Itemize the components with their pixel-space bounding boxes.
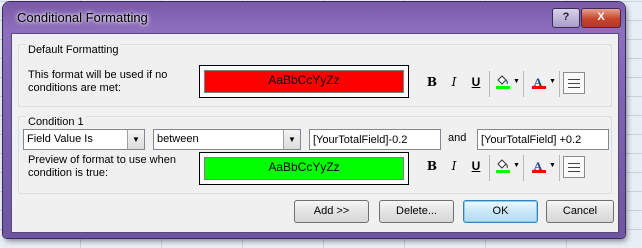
condition-value2-input[interactable] bbox=[477, 129, 609, 150]
condition-format-toolbar: B I U ▼ A ▼ bbox=[423, 155, 603, 181]
operator-select-text: between bbox=[157, 133, 199, 145]
title-bar[interactable]: Conditional Formatting ? X bbox=[3, 2, 625, 32]
ok-button[interactable]: OK bbox=[463, 200, 538, 223]
default-formatting-title: Default Formatting bbox=[26, 44, 121, 56]
field-value-select[interactable]: Field Value Is ▼ bbox=[23, 129, 145, 150]
font-color-button[interactable]: A bbox=[529, 73, 547, 91]
default-preview-text: AaBbCcYyZz bbox=[268, 73, 340, 87]
dialog-body: Default Formatting This format will be u… bbox=[11, 33, 619, 233]
condition-preview-label: Preview of format to use when condition … bbox=[28, 154, 176, 179]
chevron-down-icon[interactable]: ▼ bbox=[283, 130, 300, 149]
condition-preview-text: AaBbCcYyZz bbox=[268, 160, 340, 174]
default-formatting-description: This format will be used if no condition… bbox=[28, 69, 168, 94]
conditional-formatting-dialog: Conditional Formatting ? X Default Forma… bbox=[3, 2, 625, 238]
toolbar-separator bbox=[489, 155, 490, 181]
field-value-select-text: Field Value Is bbox=[27, 133, 93, 145]
cancel-button[interactable]: Cancel bbox=[546, 200, 614, 223]
default-format-toolbar: B I U ▼ A ▼ bbox=[423, 71, 603, 97]
italic-button[interactable]: I bbox=[445, 157, 463, 175]
dialog-title: Conditional Formatting bbox=[17, 10, 148, 25]
add-button[interactable]: Add >> bbox=[294, 200, 369, 223]
paint-bucket-icon[interactable] bbox=[493, 157, 511, 175]
condition-1-title: Condition 1 bbox=[26, 116, 86, 128]
close-button[interactable]: X bbox=[581, 8, 621, 28]
condition-value2-field[interactable] bbox=[478, 130, 608, 149]
help-button[interactable]: ? bbox=[552, 8, 580, 28]
condition-value1-input[interactable] bbox=[309, 129, 441, 150]
toolbar-separator bbox=[559, 71, 560, 97]
font-color-dropdown-icon[interactable]: ▼ bbox=[549, 162, 556, 169]
condition-preview-swatch: AaBbCcYyZz bbox=[204, 157, 404, 180]
borders-icon[interactable] bbox=[563, 72, 585, 94]
condition-1-group: Condition 1 Field Value Is ▼ between ▼ a… bbox=[18, 116, 612, 194]
default-formatting-group: Default Formatting This format will be u… bbox=[18, 44, 612, 107]
default-format-preview: AaBbCcYyZz bbox=[199, 65, 409, 98]
italic-button[interactable]: I bbox=[445, 73, 463, 91]
fill-color-dropdown-icon[interactable]: ▼ bbox=[513, 162, 520, 169]
toolbar-separator bbox=[489, 71, 490, 97]
paint-bucket-icon[interactable] bbox=[493, 73, 511, 91]
operator-select[interactable]: between ▼ bbox=[153, 129, 301, 150]
borders-icon[interactable] bbox=[563, 156, 585, 178]
underline-button[interactable]: U bbox=[467, 157, 485, 175]
bold-button[interactable]: B bbox=[423, 157, 441, 175]
condition-format-preview: AaBbCcYyZz bbox=[199, 152, 409, 185]
toolbar-separator bbox=[559, 155, 560, 181]
font-color-dropdown-icon[interactable]: ▼ bbox=[549, 78, 556, 85]
toolbar-separator bbox=[523, 71, 524, 97]
default-preview-swatch: AaBbCcYyZz bbox=[204, 70, 404, 93]
bold-button[interactable]: B bbox=[423, 73, 441, 91]
chevron-down-icon[interactable]: ▼ bbox=[127, 130, 144, 149]
delete-button[interactable]: Delete... bbox=[379, 200, 454, 223]
underline-button[interactable]: U bbox=[467, 73, 485, 91]
toolbar-separator bbox=[523, 155, 524, 181]
font-color-button[interactable]: A bbox=[529, 157, 547, 175]
fill-color-dropdown-icon[interactable]: ▼ bbox=[513, 78, 520, 85]
and-label: and bbox=[448, 132, 467, 144]
condition-value1-field[interactable] bbox=[310, 130, 440, 149]
